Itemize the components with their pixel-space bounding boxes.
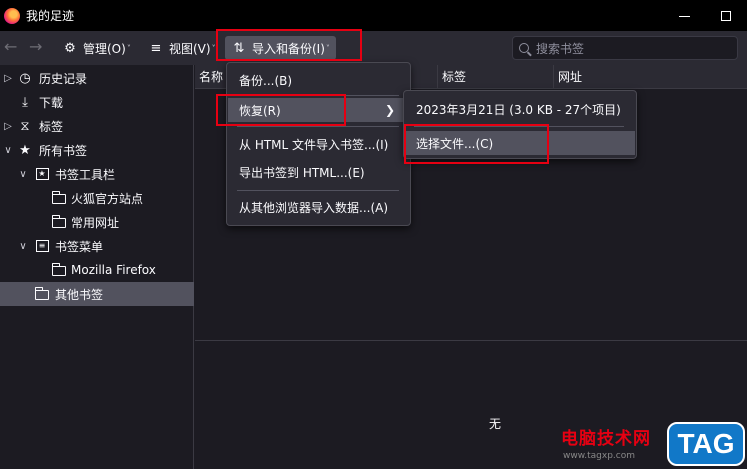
sort-arrows-icon: ⇅	[233, 40, 245, 56]
sidebar-item-label: 标签	[39, 119, 64, 134]
sidebar-item-label: 所有书签	[39, 143, 88, 158]
bookmarks-toolbar-icon: ★	[34, 168, 50, 180]
menu-item-label: 从 HTML 文件导入书签...(I)	[239, 137, 389, 152]
menu-separator	[237, 190, 399, 191]
firefox-logo-icon	[4, 7, 20, 24]
sidebar-item-tags[interactable]: ▷ ⧖ 标签	[0, 114, 194, 138]
back-arrow-icon[interactable]: ←	[4, 39, 17, 55]
search-icon	[519, 43, 529, 53]
menu-item-backup-entry[interactable]: 2023年3月21日 (3.0 KB - 27个项目)	[405, 97, 635, 121]
menu-item-label: 选择文件...(C)	[416, 136, 494, 151]
sidebar-item-firefox-site[interactable]: 火狐官方站点	[0, 186, 194, 210]
folder-icon	[51, 215, 67, 228]
sidebar-item-label: 书签菜单	[55, 239, 104, 254]
forward-arrow-icon[interactable]: →	[29, 39, 42, 55]
search-placeholder: 搜索书签	[536, 41, 585, 56]
menu-item-choose-file[interactable]: 选择文件...(C)	[405, 131, 635, 155]
sidebar-item-all-bookmarks[interactable]: ∨ ★ 所有书签	[0, 138, 194, 162]
window-title: 我的足迹	[26, 9, 75, 23]
sidebar-item-label: 常用网址	[71, 215, 120, 230]
chevron-down-icon: ˅	[325, 43, 330, 53]
folder-icon	[34, 287, 50, 300]
menu-item-label: 备份...(B)	[239, 73, 293, 88]
sidebar-item-label: 书签工具栏	[55, 167, 116, 182]
menu-item-backup[interactable]: 备份...(B)	[228, 68, 409, 92]
sidebar-tree: ▷ ◷ 历史记录 ⤓ 下载 ▷ ⧖ 标签 ∨ ★ 所有书签 ∨ ★ 书签工具栏 …	[0, 65, 194, 469]
sidebar-item-downloads[interactable]: ⤓ 下载	[0, 90, 194, 114]
search-input[interactable]: 搜索书签	[512, 36, 738, 60]
folder-icon	[51, 263, 67, 276]
chevron-down-icon: ˅	[126, 43, 131, 53]
menu-item-restore[interactable]: 恢复(R) ❯	[228, 98, 409, 122]
sidebar-item-bookmarks-menu[interactable]: ∨ ≡ 书签菜单	[0, 234, 194, 258]
maximize-button[interactable]	[714, 4, 738, 28]
sidebar-item-history[interactable]: ▷ ◷ 历史记录	[0, 66, 194, 90]
chevron-right-icon[interactable]: ▷	[3, 121, 13, 132]
menu-separator	[237, 95, 399, 96]
menu-item-import-html[interactable]: 从 HTML 文件导入书签...(I)	[228, 132, 409, 156]
sidebar-item-label: Mozilla Firefox	[71, 263, 156, 277]
menu-item-label: 恢复(R)	[239, 103, 281, 118]
star-icon: ★	[19, 142, 31, 158]
chevron-right-icon[interactable]: ▷	[3, 73, 13, 84]
gear-icon: ⚙	[64, 40, 76, 56]
watermark-text: 电脑技术网	[561, 429, 651, 449]
menu-item-label: 2023年3月21日 (3.0 KB - 27个项目)	[416, 102, 621, 117]
restore-submenu: 2023年3月21日 (3.0 KB - 27个项目) 选择文件...(C)	[403, 90, 637, 159]
empty-details-text: 无	[489, 417, 502, 431]
list-icon: ≡	[150, 40, 162, 56]
organize-button[interactable]: ⚙ 管理(O) ˅	[56, 36, 137, 60]
sidebar-item-mozilla-firefox[interactable]: Mozilla Firefox	[0, 258, 194, 282]
watermark: 电脑技术网 www.tagxp.com TAG	[553, 420, 747, 469]
sidebar-item-label: 火狐官方站点	[71, 191, 144, 206]
import-backup-button[interactable]: ⇅ 导入和备份(I) ˅	[225, 36, 336, 60]
watermark-url: www.tagxp.com	[563, 451, 635, 461]
submenu-arrow-icon: ❯	[384, 103, 395, 117]
clock-icon: ◷	[19, 70, 31, 86]
tag-icon: ⧖	[20, 118, 30, 134]
organize-label: 管理(O)	[83, 41, 126, 56]
chevron-down-icon: ˅	[211, 43, 216, 53]
chevron-down-icon[interactable]: ∨	[18, 241, 28, 252]
minimize-button[interactable]	[672, 4, 696, 28]
menu-separator	[414, 126, 624, 127]
views-label: 视图(V)	[169, 41, 211, 56]
sidebar-item-label: 其他书签	[55, 287, 104, 302]
menu-separator	[237, 126, 399, 127]
column-header-tags[interactable]: 标签	[437, 65, 553, 89]
folder-icon	[51, 191, 67, 204]
import-backup-menu: 备份...(B) 恢复(R) ❯ 从 HTML 文件导入书签...(I) 导出书…	[226, 62, 411, 226]
watermark-badge: TAG	[667, 422, 745, 466]
sidebar-item-label: 历史记录	[39, 71, 88, 86]
sidebar-item-common-sites[interactable]: 常用网址	[0, 210, 194, 234]
views-button[interactable]: ≡ 视图(V) ˅	[142, 36, 222, 60]
minimize-icon	[678, 15, 690, 17]
sidebar-item-label: 下载	[39, 95, 64, 110]
chevron-down-icon[interactable]: ∨	[3, 145, 13, 156]
download-icon: ⤓	[22, 94, 28, 110]
menu-item-label: 导出书签到 HTML...(E)	[239, 165, 365, 180]
sidebar-item-other-bookmarks[interactable]: 其他书签	[0, 282, 194, 306]
maximize-icon	[721, 11, 731, 21]
title-bar: 我的足迹	[0, 0, 747, 31]
import-backup-label: 导入和备份(I)	[252, 41, 325, 56]
menu-item-import-other-browser[interactable]: 从其他浏览器导入数据...(A)	[228, 195, 409, 219]
sidebar-item-bookmarks-toolbar[interactable]: ∨ ★ 书签工具栏	[0, 162, 194, 186]
column-header-name[interactable]: 名称	[195, 65, 223, 89]
menu-item-export-html[interactable]: 导出书签到 HTML...(E)	[228, 160, 409, 184]
menu-item-label: 从其他浏览器导入数据...(A)	[239, 200, 389, 215]
chevron-down-icon[interactable]: ∨	[18, 169, 28, 180]
menu-list-icon: ≡	[34, 240, 50, 252]
library-toolbar: ← → ⚙ 管理(O) ˅ ≡ 视图(V) ˅ ⇅ 导入和备份(I) ˅ 搜索书…	[0, 31, 747, 65]
column-header-url[interactable]: 网址	[553, 65, 747, 89]
